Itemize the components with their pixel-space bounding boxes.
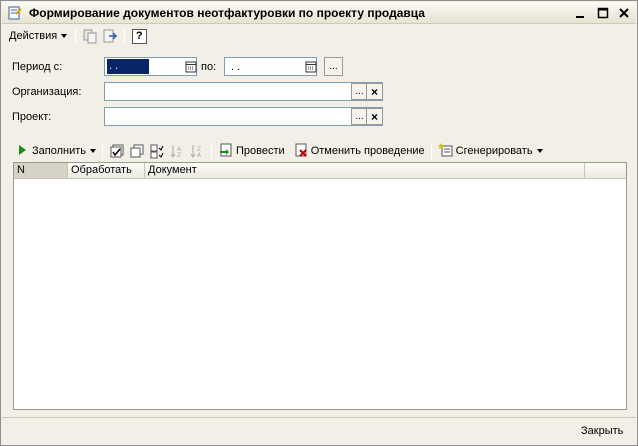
post-button[interactable]: Провести [216,141,287,161]
form-window: Формирование документов неотфактуровки п… [0,0,638,446]
chevron-down-icon [61,34,68,38]
check-all-icon[interactable] [107,141,127,161]
period-choose-button[interactable]: ... [324,57,343,76]
maximize-icon[interactable] [595,5,611,21]
period-from-label: Период с: [12,61,63,73]
generate-button[interactable]: Сгенерировать [436,141,545,161]
action-bar: Действия ? [2,25,636,47]
period-from-value: . . [107,59,149,74]
chevron-down-icon [90,149,97,153]
organization-field[interactable] [104,82,383,101]
sort-asc-icon[interactable]: AZ [167,141,187,161]
post-icon [218,142,234,161]
actions-menu-label: Действия [9,30,58,42]
minimize-icon[interactable] [572,5,588,21]
toolbar-separator [75,28,77,44]
documents-table[interactable]: N Обработать Документ [13,162,627,410]
sort-desc-icon[interactable]: ZA [187,141,207,161]
actions-menu-button[interactable]: Действия [5,26,71,46]
calendar-icon[interactable] [182,58,199,75]
copy-rows-icon[interactable] [127,141,147,161]
copy-icon[interactable] [80,26,100,46]
close-button[interactable]: Закрыть [581,422,623,440]
svg-text:A: A [197,152,202,159]
document-form-icon [7,5,23,21]
footer-divider [2,417,636,418]
project-field[interactable] [104,107,383,126]
column-header-number[interactable]: N [14,163,68,178]
unpost-button[interactable]: Отменить проведение [291,141,427,161]
table-header: N Обработать Документ [14,163,626,179]
organization-clear-button[interactable]: × [366,83,383,100]
select-icon[interactable] [147,141,167,161]
close-icon[interactable] [616,5,632,21]
title-bar[interactable]: Формирование документов неотфактуровки п… [2,2,636,24]
generate-label: Сгенерировать [455,145,533,157]
project-clear-button[interactable]: × [366,108,383,125]
toolbar-separator [430,143,432,159]
project-label: Проект: [12,111,52,123]
fill-button[interactable]: Заполнить [14,141,98,161]
toolbar-separator [124,28,126,44]
chevron-down-icon [536,149,543,153]
toolbar-separator [211,143,213,159]
play-icon [16,144,28,159]
navigate-icon[interactable] [100,26,120,46]
column-header-document[interactable]: Документ [145,163,585,178]
window-title: Формирование документов неотфактуровки п… [29,5,425,20]
svg-text:Z: Z [177,152,181,159]
calendar-icon[interactable] [302,58,319,75]
fill-label: Заполнить [32,145,87,157]
period-to-value: . . [231,60,241,73]
table-toolbar: Заполнить AZ ZA Провести Отменить провед… [14,140,626,162]
generate-icon [437,142,454,161]
organization-label: Организация: [12,86,82,98]
period-to-label: по: [201,61,217,73]
toolbar-separator [102,143,104,159]
column-header-filler [585,163,626,178]
post-label: Провести [236,145,285,157]
help-icon[interactable]: ? [129,26,149,46]
unpost-label: Отменить проведение [310,145,425,157]
help-glyph: ? [131,28,147,44]
unpost-icon [293,142,309,161]
column-header-process[interactable]: Обработать [68,163,145,178]
